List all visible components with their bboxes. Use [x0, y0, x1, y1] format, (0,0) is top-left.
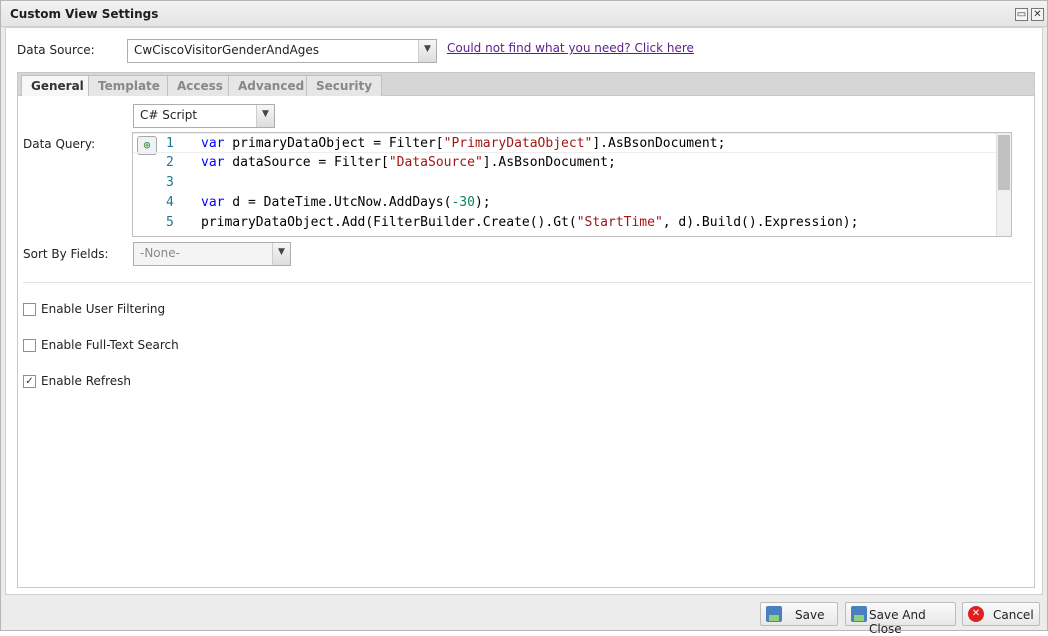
- enable-refresh-checkbox[interactable]: ✓: [23, 375, 36, 388]
- tab-security[interactable]: Security: [306, 75, 383, 97]
- code-token: "DataSource": [388, 155, 483, 170]
- query-language-select[interactable]: C# Script ▼: [133, 104, 275, 128]
- divider: [23, 282, 1032, 283]
- code-text: primaryDataObject.Add(FilterBuilder.Crea…: [201, 213, 858, 233]
- tab-bar: General Template Access Advanced Securit…: [17, 72, 1035, 98]
- floppy-disk-icon: [851, 606, 867, 622]
- code-token: ].AsBsonDocument;: [482, 155, 616, 170]
- code-token: var: [201, 195, 225, 210]
- code-token: "StartTime": [576, 215, 663, 230]
- code-token: dataSource = Filter[: [224, 155, 389, 170]
- save-label: Save: [795, 608, 825, 622]
- code-token: var: [201, 136, 225, 151]
- chevron-down-icon[interactable]: ▼: [256, 105, 274, 127]
- code-token: primaryDataObject = Filter[: [224, 136, 444, 151]
- code-token: var: [201, 155, 225, 170]
- line-number: 1: [166, 136, 174, 151]
- code-text: var d = DateTime.UtcNow.AddDays(-30);: [201, 193, 491, 213]
- enable-full-text-search-checkbox[interactable]: [23, 339, 36, 352]
- line-number: 3: [166, 175, 174, 190]
- code-token: -30: [451, 195, 475, 210]
- help-link[interactable]: Could not find what you need? Click here: [447, 41, 694, 55]
- cancel-label: Cancel: [993, 608, 1034, 622]
- enable-full-text-search-label: Enable Full-Text Search: [41, 338, 179, 352]
- save-and-close-label: Save And Close: [869, 608, 926, 636]
- data-query-label: Data Query:: [23, 137, 96, 151]
- chevron-down-icon[interactable]: ▼: [418, 40, 436, 62]
- data-source-select[interactable]: CwCiscoVisitorGenderAndAges ▼: [127, 39, 437, 63]
- code-token: , d).Build().Expression);: [662, 215, 859, 230]
- enable-refresh-label: Enable Refresh: [41, 374, 132, 388]
- save-and-close-button[interactable]: Save And Close: [845, 602, 956, 636]
- line-number: 4: [166, 195, 174, 210]
- code-token: );: [474, 195, 491, 210]
- close-icon[interactable]: ✕: [1031, 8, 1044, 21]
- code-token: ].AsBsonDocument;: [592, 136, 726, 151]
- sort-by-value: -None-: [140, 246, 180, 260]
- data-source-value: CwCiscoVisitorGenderAndAges: [134, 43, 320, 57]
- title-bar: Custom View Settings ▭ ✕: [1, 1, 1047, 27]
- code-line: 3: [133, 173, 996, 193]
- save-button[interactable]: Save: [760, 602, 838, 626]
- editor-scrollbar[interactable]: [996, 133, 1011, 236]
- code-editor[interactable]: ⊕ 1 var primaryDataObject = Filter["Prima…: [132, 132, 1012, 237]
- tab-general[interactable]: General: [21, 75, 94, 98]
- code-line: 1 var primaryDataObject = Filter["Primary…: [133, 133, 996, 153]
- code-line: 4 var d = DateTime.UtcNow.AddDays(-30);: [133, 193, 996, 213]
- data-source-label: Data Source:: [17, 43, 95, 57]
- enable-user-filtering-checkbox[interactable]: [23, 303, 36, 316]
- code-line: 5 primaryDataObject.Add(FilterBuilder.Cre…: [133, 213, 996, 233]
- cancel-button[interactable]: ✕ Cancel: [962, 602, 1040, 626]
- sort-by-label: Sort By Fields:: [23, 247, 109, 261]
- enable-user-filtering-label: Enable User Filtering: [41, 302, 166, 316]
- line-number: 5: [166, 215, 174, 230]
- dialog-title: Custom View Settings: [10, 7, 159, 21]
- floppy-disk-icon: [766, 606, 782, 622]
- tab-advanced[interactable]: Advanced: [228, 75, 315, 97]
- query-language-value: C# Script: [140, 108, 198, 122]
- cancel-icon: ✕: [968, 606, 984, 622]
- sort-by-select[interactable]: -None- ▼: [133, 242, 291, 266]
- code-text: var dataSource = Filter["DataSource"].As…: [201, 153, 616, 173]
- code-line: 2 var dataSource = Filter["DataSource"].A…: [133, 153, 996, 173]
- line-number: 2: [166, 155, 174, 170]
- custom-view-settings-dialog: Custom View Settings ▭ ✕ Data Source: Cw…: [0, 0, 1048, 636]
- code-token: d = DateTime.UtcNow.AddDays(: [224, 195, 452, 210]
- chevron-down-icon[interactable]: ▼: [272, 243, 290, 265]
- code-token: "PrimaryDataObject": [443, 136, 593, 151]
- maximize-icon[interactable]: ▭: [1015, 8, 1028, 21]
- code-token: primaryDataObject.Add(FilterBuilder.Crea…: [201, 215, 577, 230]
- tab-access[interactable]: Access: [167, 75, 233, 97]
- tab-template[interactable]: Template: [88, 75, 170, 97]
- code-text: var primaryDataObject = Filter["PrimaryD…: [201, 134, 725, 154]
